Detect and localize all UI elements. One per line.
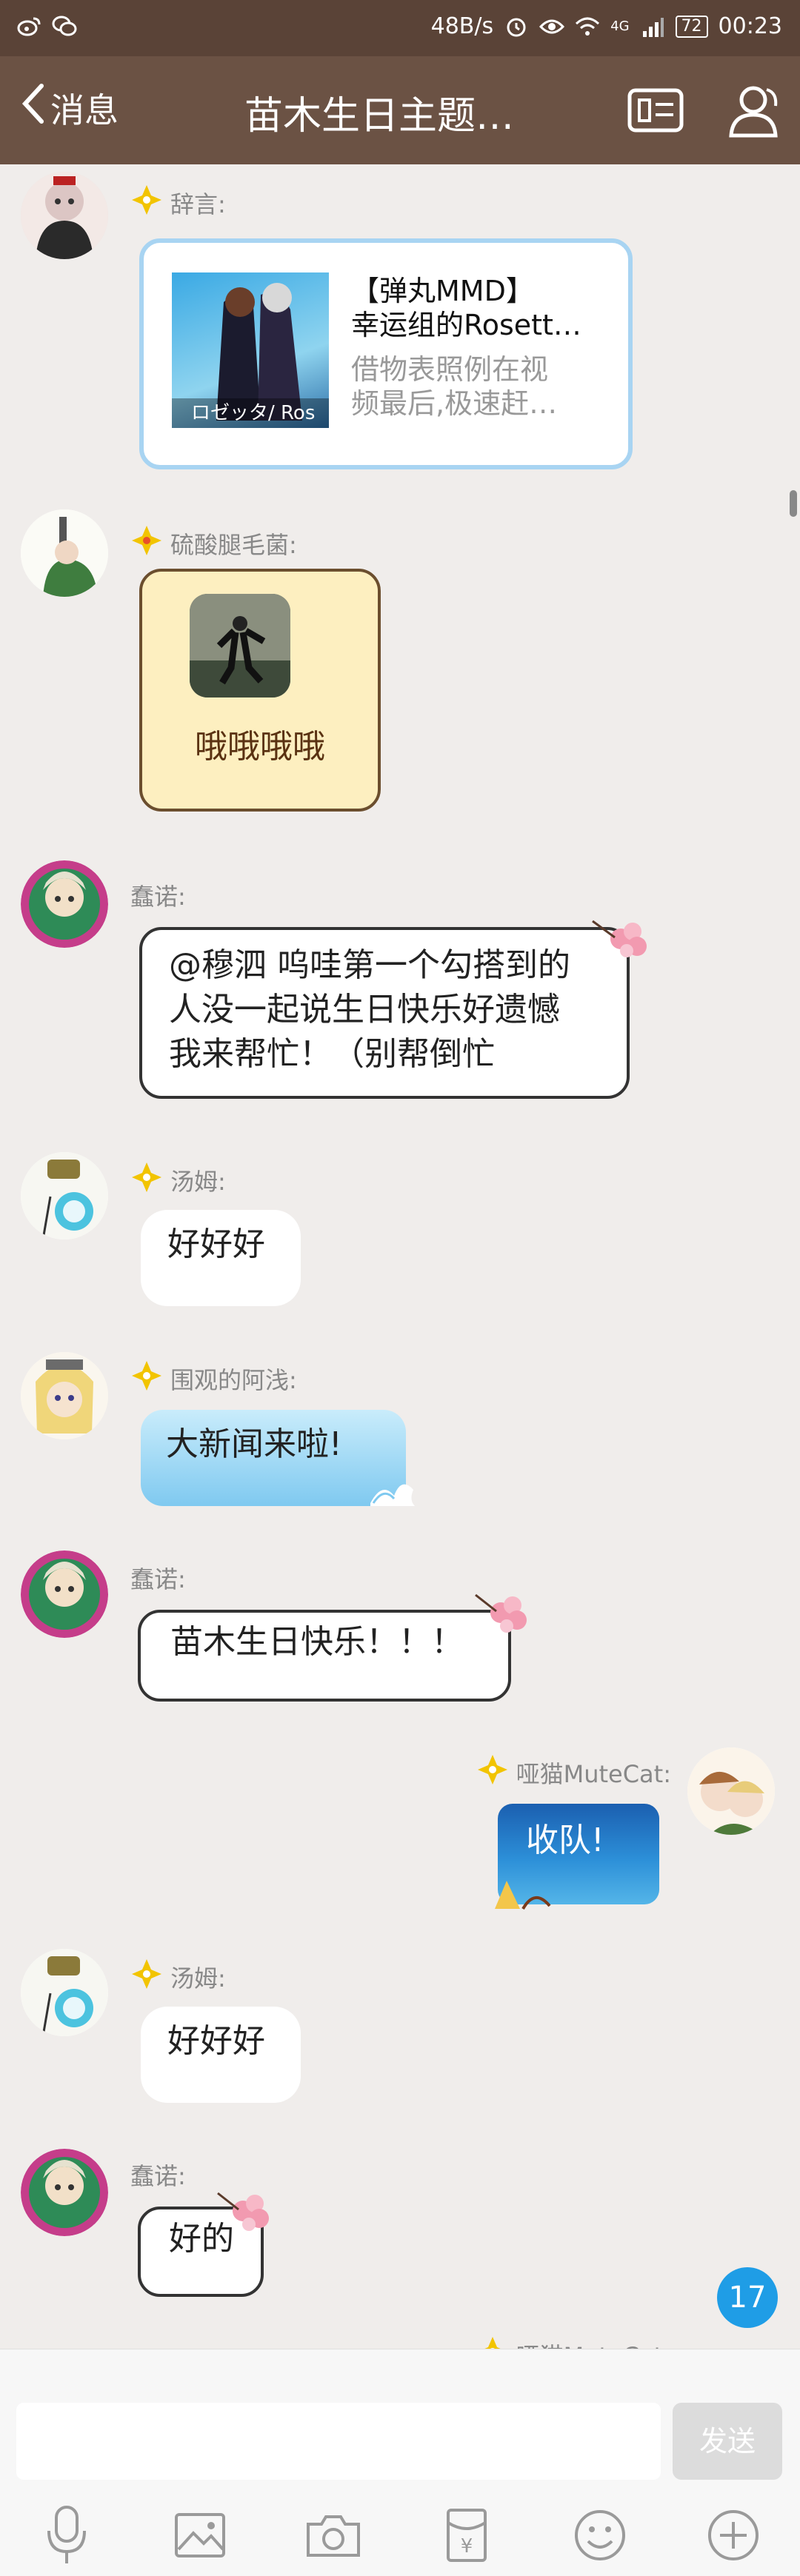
- message-bubble[interactable]: 好好好: [141, 1210, 301, 1306]
- group-profile-icon[interactable]: [624, 78, 687, 142]
- avatar[interactable]: [21, 1152, 108, 1240]
- wechat-icon: [52, 13, 77, 39]
- sakura-decoration-icon: [213, 2187, 280, 2242]
- scrollbar[interactable]: [790, 490, 797, 517]
- sender-name: 汤姆:: [130, 1161, 226, 1200]
- red-packet-icon[interactable]: ¥: [433, 2502, 500, 2569]
- avatar[interactable]: [21, 1550, 108, 1638]
- message-input[interactable]: [16, 2403, 661, 2480]
- message-text: 好好好: [167, 2022, 265, 2060]
- eye-icon: [539, 14, 565, 39]
- microphone-icon[interactable]: [33, 2502, 100, 2569]
- message-item: 哑猫MuteCat:: [0, 2334, 800, 2349]
- share-card[interactable]: ロゼッタ/ Ros 【弹丸MMD】 幸运组的Rosett… 借物表照例在视 频最…: [139, 238, 633, 469]
- sender-name: 汤姆:: [130, 1958, 226, 1996]
- sticker-image: [190, 594, 290, 697]
- message-item: 硫酸腿毛菌: 哦哦哦哦: [0, 504, 800, 814]
- message-item: 汤姆: 好好好: [0, 1936, 800, 2128]
- image-icon[interactable]: [167, 2502, 233, 2569]
- avatar[interactable]: [687, 1747, 775, 1835]
- message-text: 大新闻来啦!: [166, 1425, 342, 1463]
- sender-name: 哑猫MuteCat:: [476, 2335, 671, 2349]
- message-text: 苗木生日快乐！！！: [170, 1623, 464, 1661]
- group-members-icon[interactable]: [721, 78, 785, 142]
- chevron-left-icon: [19, 83, 46, 133]
- sakura-decoration-icon: [471, 1589, 538, 1644]
- vip-star-icon: [476, 1753, 509, 1792]
- back-label: 消息: [50, 90, 119, 130]
- vip-star-icon: [476, 2335, 509, 2349]
- vip-star-icon: [130, 524, 163, 563]
- avatar[interactable]: [21, 860, 108, 948]
- message-bubble[interactable]: 苗木生日快乐！！！: [138, 1610, 511, 1702]
- share-title: 【弹丸MMD】 幸运组的Rosett…: [351, 275, 581, 341]
- send-button[interactable]: 发送: [673, 2403, 782, 2480]
- alarm-icon: [504, 14, 529, 39]
- sender-name: 硫酸腿毛菌:: [130, 524, 297, 563]
- battery-level: 72: [675, 15, 708, 38]
- sender-name: 蠢诺:: [130, 2162, 186, 2190]
- avatar[interactable]: [21, 1949, 108, 2036]
- clock: 00:23: [718, 13, 782, 39]
- wifi-icon: [575, 14, 600, 39]
- input-toolbar: ¥: [0, 2495, 800, 2576]
- svg-text:¥: ¥: [461, 2535, 473, 2557]
- sender-name: 蠢诺:: [130, 883, 186, 911]
- thumbnail-caption: ロゼッタ/ Ros: [172, 398, 329, 428]
- network-speed: 48B/s: [430, 13, 494, 39]
- message-bubble[interactable]: 哦哦哦哦: [139, 569, 381, 812]
- signal-icon: [640, 14, 665, 39]
- message-bubble[interactable]: 好好好: [141, 2007, 301, 2103]
- message-item: 蠢诺: 好的: [0, 2135, 800, 2328]
- sender-name: 蠢诺:: [130, 1565, 186, 1593]
- plus-icon[interactable]: [700, 2502, 767, 2569]
- message-bubble[interactable]: @穆泗 呜哇第一个勾搭到的 人没一起说生日快乐好遗憾 我来帮忙！（别帮倒忙: [139, 927, 630, 1099]
- sender-name: 哑猫MuteCat:: [476, 1753, 671, 1792]
- back-button[interactable]: 消息: [19, 83, 119, 133]
- page-title[interactable]: 苗木生日主题…: [244, 84, 514, 140]
- avatar[interactable]: [21, 509, 108, 597]
- message-text: @穆泗 呜哇第一个勾搭到的 人没一起说生日快乐好遗憾 我来帮忙！（别帮倒忙: [169, 946, 570, 1073]
- vip-star-icon: [130, 1359, 163, 1398]
- chat-list[interactable]: 辞言: ロゼッタ/ Ros 【弹丸MMD】 幸运组的Rosett… 借物表照例在…: [0, 164, 800, 2349]
- message-item: 哑猫MuteCat: 收队!: [0, 1736, 800, 1936]
- sender-name: 辞言:: [130, 184, 226, 222]
- camera-icon[interactable]: [300, 2502, 367, 2569]
- message-item: 汤姆: 好好好: [0, 1139, 800, 1331]
- weibo-icon: [16, 13, 41, 39]
- input-bar: 发送 ¥: [0, 2349, 800, 2576]
- avatar[interactable]: [21, 2149, 108, 2236]
- wave-decoration-icon: [367, 1473, 416, 1512]
- message-item: 辞言: ロゼッタ/ Ros 【弹丸MMD】 幸运组的Rosett… 借物表照例在…: [0, 164, 800, 475]
- avatar[interactable]: [21, 1352, 108, 1439]
- sakura-decoration-icon: [585, 915, 652, 970]
- message-text: 哦哦哦哦: [195, 728, 325, 766]
- emoji-icon[interactable]: [567, 2502, 633, 2569]
- lantern-decoration-icon: [492, 1873, 551, 1915]
- message-text: 收队!: [526, 1821, 604, 1859]
- vip-star-icon: [130, 1958, 163, 1996]
- message-item: 蠢诺: 苗木生日快乐！！！: [0, 1537, 800, 1730]
- vip-star-icon: [130, 184, 163, 222]
- share-thumbnail: ロゼッタ/ Ros: [172, 272, 329, 428]
- unread-count-badge[interactable]: 17: [717, 2267, 778, 2328]
- vip-star-icon: [130, 1161, 163, 1200]
- message-text: 好好好: [167, 1225, 265, 1263]
- share-description: 借物表照例在视 频最后,极速赶…: [351, 353, 558, 420]
- message-item: 围观的阿浅: 大新闻来啦!: [0, 1339, 800, 1531]
- status-bar: 48B/s 4G 72 00:23: [0, 0, 800, 56]
- avatar[interactable]: [21, 172, 108, 259]
- chat-header: 消息 苗木生日主题…: [0, 56, 800, 164]
- network-type: 4G: [610, 19, 630, 34]
- sender-name: 围观的阿浅:: [130, 1359, 297, 1398]
- message-bubble[interactable]: 大新闻来啦!: [141, 1410, 406, 1506]
